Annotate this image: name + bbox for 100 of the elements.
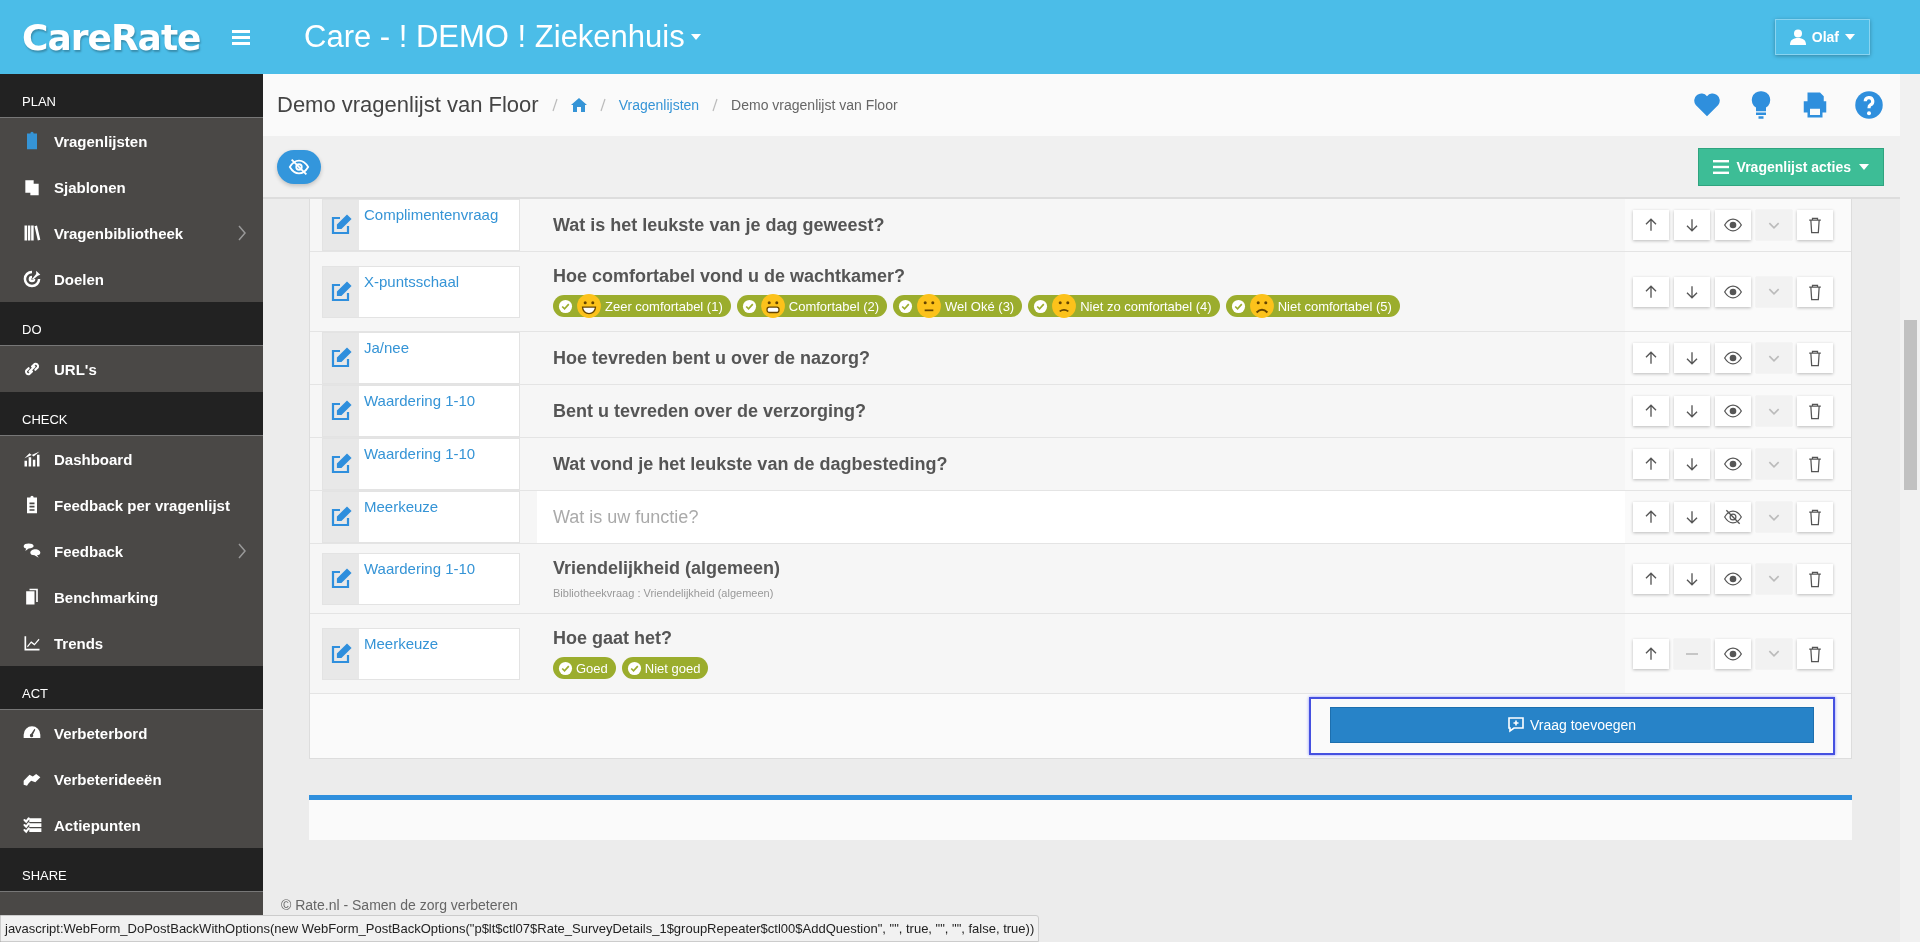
check-icon [558,298,573,314]
hide-toggle-button[interactable] [277,149,321,184]
actions-dropdown-button[interactable]: Vragenlijst acties [1697,147,1884,186]
delete-button[interactable] [1797,502,1833,532]
delete-button[interactable] [1797,396,1833,426]
answer-option-tag: Zeer comfortabel (1) [553,295,731,317]
move-up-button[interactable] [1633,343,1669,373]
visibility-button[interactable] [1715,276,1751,307]
delete-button[interactable] [1797,449,1833,479]
move-up-button[interactable] [1633,449,1669,479]
question-text: Wat vond je het leukste van de dagbesteding? [553,453,949,475]
sidebar-item[interactable]: Feedback per vragenlijst [0,482,263,528]
chevron-down-icon [1768,575,1780,582]
move-down-button[interactable] [1674,276,1710,307]
visibility-button[interactable] [1715,396,1751,426]
visibility-button[interactable] [1715,563,1751,594]
move-up-button[interactable] [1633,396,1669,426]
check-icon [626,660,642,676]
move-down-button[interactable] [1674,502,1710,532]
sidebar-item[interactable]: Dashboard [0,436,263,482]
move-up-button[interactable] [1633,638,1669,669]
question-text: Vriendelijkheid (algemeen) [553,558,782,579]
chevron-down-icon [1768,288,1780,295]
question-text: Hoe tevreden bent u over de nazorg? [553,347,872,369]
caret-icon [1845,34,1855,40]
move-up-button[interactable] [1633,502,1669,532]
sidebar-item[interactable]: Benchmarking [0,574,263,620]
sidebar-item[interactable]: Vragenbibliotheek [0,210,263,256]
visibility-button[interactable] [1715,502,1751,532]
sidebar-section-header: ACT [0,666,263,710]
add-question-button[interactable]: Vraag toevoegen [1330,707,1814,743]
sidebar-item[interactable]: Verbeterideeën [0,756,263,802]
visibility-button[interactable] [1715,210,1751,240]
question-type-field[interactable]: Waardering 1-10 [322,438,520,490]
smiley-icon [759,293,786,319]
delete-button[interactable] [1797,276,1833,307]
check-icon [741,298,757,314]
sidebar-section-header: CHECK [0,392,263,436]
sidebar-item[interactable]: Feedback [0,528,263,574]
question-text: Hoe gaat het? [553,628,673,649]
sidebar-item[interactable]: Verbeterbord [0,710,263,756]
answer-option-tag: Comfortabel (2) [736,295,888,317]
question-type-field[interactable]: Meerkeuze [322,491,520,543]
help-icon[interactable] [1854,90,1884,120]
move-up-button[interactable] [1633,210,1669,240]
caret-icon [690,34,701,40]
question-type-field[interactable]: Complimentenvraag [322,199,520,251]
sidebar-item[interactable]: URL's [0,346,263,392]
breadcrumb-link[interactable]: Vragenlijsten [618,97,700,113]
check-icon [1230,298,1246,314]
separator-icon [598,97,607,113]
visibility-button[interactable] [1715,638,1751,669]
move-down-button[interactable] [1674,563,1710,594]
delete-button[interactable] [1797,210,1833,240]
organization-dropdown[interactable]: Care - ! DEMO ! Ziekenhuis [304,19,701,55]
edit-icon [329,452,353,476]
delete-button[interactable] [1797,638,1833,669]
question-subtext: Bibliotheekvraag : Vriendelijkheid (algemeen) [553,587,775,599]
chevron-down-icon [1768,407,1780,415]
move-down-button[interactable] [1674,396,1710,426]
delete-button[interactable] [1797,563,1833,594]
answer-option-tag: Wel Oké (3) [893,295,1023,317]
check-icon [898,298,914,314]
move-down-button[interactable] [1674,343,1710,373]
user-menu-button[interactable]: Olaf [1774,19,1870,55]
visibility-button[interactable] [1715,343,1751,373]
edit-icon [329,213,353,237]
sidebar-item[interactable]: Sjablonen [0,164,263,210]
move-down-button[interactable] [1674,210,1710,240]
sidebar-item[interactable]: Trends [0,620,263,666]
question-type-field[interactable]: X-puntsschaal [322,265,520,318]
answer-option-tag: Niet goed [621,657,709,679]
smiley-icon [576,293,602,319]
question-text: Wat is uw functie? [553,506,700,528]
edit-icon [329,346,353,370]
question-type-field[interactable]: Waardering 1-10 [322,552,520,605]
question-text: Wat is het leukste van je dag geweest? [553,214,886,236]
chevron-down-icon [1768,354,1780,362]
home-icon[interactable] [570,97,587,113]
move-up-button[interactable] [1633,276,1669,307]
move-up-button[interactable] [1633,563,1669,594]
sidebar-item[interactable]: Actiepunten [0,802,263,848]
sidebar-item[interactable]: Vragenlijsten [0,118,263,164]
edit-icon [329,279,353,304]
sidebar-item[interactable]: Doelen [0,256,263,302]
edit-icon [329,566,353,591]
smiley-icon [1248,293,1275,319]
breadcrumb-current: Demo vragenlijst van Floor [731,97,898,113]
delete-button[interactable] [1797,343,1833,373]
scrollbar[interactable] [1900,74,1920,942]
question-type-field[interactable]: Meerkeuze [322,627,520,680]
sidebar-section-header: SHARE [0,848,263,892]
minus-icon [1685,652,1699,655]
sidebar-section-header: DO [0,302,263,346]
status-bar: javascript:WebForm_DoPostBackWithOptions(new WebForm_PostBackOptions("p$lt$ctl07$Rate_SurveyDetails_1$groupRepeater$ctl00$AddQuestion", "", true, "", "", false, true)) [0,915,1040,942]
logo[interactable]: CareRate [0,16,222,58]
move-down-button[interactable] [1674,449,1710,479]
visibility-button[interactable] [1715,449,1751,479]
question-type-field[interactable]: Ja/nee [322,332,520,384]
question-type-field[interactable]: Waardering 1-10 [322,385,520,437]
